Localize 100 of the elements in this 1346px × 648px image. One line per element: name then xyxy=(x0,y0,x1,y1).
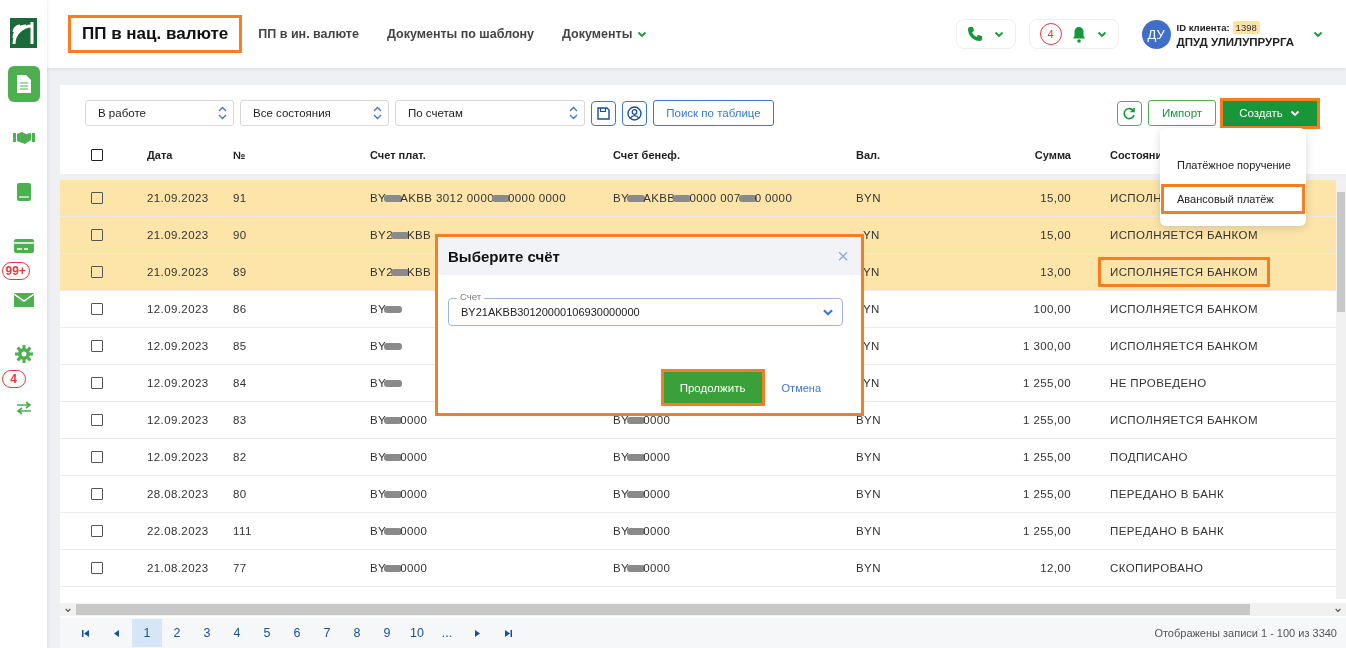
status-cell: ИСПОЛНЯЕТСЯ БАНКОМ xyxy=(1100,259,1268,285)
account-number-fragment: AKBB xyxy=(643,192,676,204)
account-number-fragment: BY xyxy=(613,488,630,500)
currency-cell-text: YN xyxy=(862,340,880,352)
amount-cell-text: 1 255,00 xyxy=(1022,377,1071,389)
currency-cell: BYN xyxy=(856,192,881,204)
client-id-label: ID клиента: xyxy=(1176,21,1230,33)
account-number-fragment: 0000 0000 xyxy=(508,192,566,204)
account-number-fragment: BY xyxy=(370,414,387,426)
account-number-fragment: BY xyxy=(613,525,630,537)
account-number-fragment: BY xyxy=(370,303,387,315)
count-badge: 99+ xyxy=(1,262,30,280)
number-cell-text: 80 xyxy=(233,488,248,500)
account-number-fragment: BY2 xyxy=(370,229,393,241)
status-cell-text: ИСПОЛНЯЕТСЯ БАНКОМ xyxy=(1109,302,1259,317)
account-number-fragment: 0000 xyxy=(400,562,428,574)
account-number-fragment: BY xyxy=(613,562,630,574)
account-number-fragment: 0000 xyxy=(643,414,671,426)
amount-cell-text: 1 255,00 xyxy=(1022,451,1071,463)
amount-cell-text: 1 255,00 xyxy=(1022,414,1071,426)
number-cell-text: 85 xyxy=(233,340,248,352)
date-cell-text: 12.09.2023 xyxy=(147,377,210,389)
amount-cell-text: 100,00 xyxy=(1032,303,1071,315)
account-number-fragment: KBB xyxy=(406,229,432,241)
status-cell-text: ИСПОЛНЯЕТСЯ БАНКОМ xyxy=(1109,228,1259,243)
number-cell-text: 89 xyxy=(233,266,248,278)
account-number-fragment: 0000 007 xyxy=(689,192,741,204)
number-cell-text: 91 xyxy=(233,192,248,204)
number-cell-text: 82 xyxy=(233,451,248,463)
account-number-fragment: BY xyxy=(613,414,630,426)
account-number-fragment: 0000 xyxy=(643,525,671,537)
currency-cell-text: YN xyxy=(862,377,880,389)
status-cell-text: ПЕРЕДАНО В БАНК xyxy=(1109,524,1225,539)
client-name: ДПУД УЛИЛУПРУРГА xyxy=(1176,35,1294,48)
date-cell-text: 28.08.2023 xyxy=(147,488,210,500)
account-number-fragment: 0000 xyxy=(400,414,428,426)
count-badge: 4 xyxy=(1,370,26,388)
status-cell-text: ПЕРЕДАНО В БАНК xyxy=(1109,487,1225,502)
currency-cell-text: YN xyxy=(862,266,880,278)
account-number-fragment: BY2 xyxy=(370,266,393,278)
column-header: Счет плат. xyxy=(370,149,427,161)
dialog-title: Выберите счёт xyxy=(448,247,560,265)
amount-cell-text: 1 255,00 xyxy=(1022,525,1071,537)
account-number-fragment: 0000 xyxy=(643,488,671,500)
currency-cell: BYN xyxy=(856,562,881,574)
date-cell-text: 22.08.2023 xyxy=(147,525,210,537)
account-number-fragment: BY xyxy=(370,377,387,389)
amount-cell-text: 15,00 xyxy=(1039,229,1071,241)
account-number-fragment: 0000 xyxy=(400,525,428,537)
date-cell-text: 21.09.2023 xyxy=(147,192,210,204)
number-cell-text: 77 xyxy=(233,562,248,574)
currency-cell: BYN xyxy=(856,451,881,463)
currency-cell: BYN xyxy=(856,488,881,500)
account-number-fragment: BY xyxy=(613,192,630,204)
date-cell-text: 21.09.2023 xyxy=(147,229,210,241)
field-value: BY21AKBB30120000106930000000 xyxy=(461,306,640,318)
records-summary: Отображены записи 1 - 100 из 3340 xyxy=(1154,627,1337,639)
column-header: Сумма xyxy=(1033,149,1071,161)
date-cell-text: 12.09.2023 xyxy=(147,451,210,463)
account-number-fragment: BY xyxy=(370,192,387,204)
account-number-fragment: BY xyxy=(370,488,387,500)
account-number-fragment: 0000 xyxy=(400,488,428,500)
account-number-fragment: BY xyxy=(613,451,630,463)
amount-cell-text: 12,00 xyxy=(1039,562,1071,574)
account-number-fragment: BY xyxy=(370,451,387,463)
account-number-fragment: BY xyxy=(370,525,387,537)
account-number-fragment: BY xyxy=(370,562,387,574)
date-cell-text: 21.08.2023 xyxy=(147,562,210,574)
column-header: Счет бенеф. xyxy=(613,149,681,161)
amount-cell-text: 1 300,00 xyxy=(1022,340,1071,352)
date-cell-text: 12.09.2023 xyxy=(147,414,210,426)
amount-cell-text: 15,00 xyxy=(1039,192,1071,204)
date-cell-text: 12.09.2023 xyxy=(147,340,210,352)
column-header: Дата xyxy=(147,149,174,161)
field-label: Счет xyxy=(457,291,485,302)
column-header: Состояни xyxy=(1110,149,1164,161)
client-id: 1398 xyxy=(1232,20,1260,34)
status-cell-text: ПОДПИСАНО xyxy=(1109,450,1189,465)
date-cell-text: 12.09.2023 xyxy=(147,303,210,315)
status-cell-text: СКОПИРОВАНО xyxy=(1109,561,1205,576)
account-number-fragment: 0000 xyxy=(643,451,671,463)
amount-cell-text: 13,00 xyxy=(1039,266,1071,278)
number-cell-text: 90 xyxy=(233,229,248,241)
number-cell-text: 86 xyxy=(233,303,248,315)
number-cell-text: 111 xyxy=(233,525,253,537)
account-number-fragment: 0000 xyxy=(643,562,671,574)
account-number-fragment: 0 0000 xyxy=(754,192,793,204)
status-cell-text: ИСПОЛНЯЕТСЯ БАНКОМ xyxy=(1109,339,1259,354)
account-number-fragment: KBB xyxy=(406,266,432,278)
column-header: Вал. xyxy=(856,149,882,161)
amount-cell-text: 1 255,00 xyxy=(1022,488,1071,500)
status-cell-text: ИСПОЛНЯЕТСЯ БАНКОМ xyxy=(1109,413,1259,428)
status-cell-text: НЕ ПРОВЕДЕНО xyxy=(1109,376,1208,391)
currency-cell-text: YN xyxy=(862,303,880,315)
account-number-fragment: 0000 xyxy=(400,451,428,463)
date-cell-text: 21.09.2023 xyxy=(147,266,210,278)
number-cell-text: 84 xyxy=(233,377,248,389)
column-header: № xyxy=(233,149,247,161)
currency-cell: BYN xyxy=(856,525,881,537)
account-number-fragment: BY xyxy=(370,340,387,352)
